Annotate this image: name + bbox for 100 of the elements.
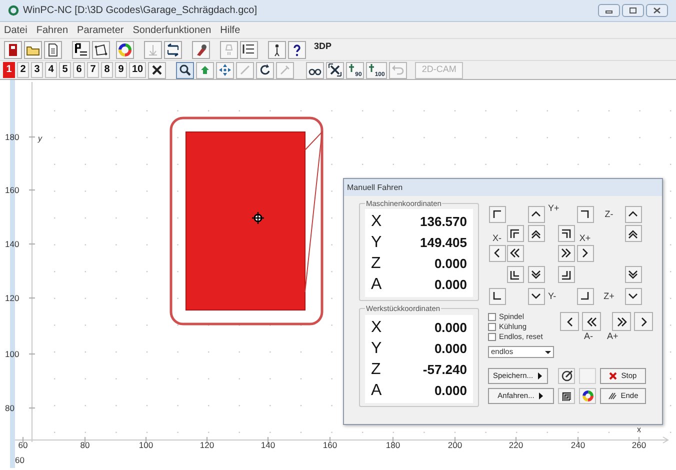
jog-button[interactable]: [558, 266, 574, 283]
coordinate-value: 149.405: [419, 234, 467, 252]
axis-letter: A: [371, 380, 383, 400]
play-arrow-icon: [537, 372, 544, 380]
jog-button[interactable]: [576, 288, 594, 304]
coordinate-value: 0.000: [433, 276, 467, 294]
axis-label: x: [637, 425, 641, 434]
number-tab[interactable]: 7: [87, 62, 99, 78]
axis-direction-label: Z+: [604, 292, 614, 300]
tool-button[interactable]: [558, 388, 575, 404]
minimize-icon: [605, 8, 613, 14]
axis-tick-label: 260: [632, 440, 646, 450]
jog-button[interactable]: [624, 288, 642, 304]
tool-button[interactable]: [579, 388, 596, 404]
jog-button[interactable]: [488, 206, 506, 222]
undo-icon: [390, 63, 405, 77]
maximize-icon: [629, 7, 637, 14]
jog-button[interactable]: [560, 312, 579, 331]
jog-button[interactable]: [528, 225, 544, 242]
jog-button[interactable]: [528, 288, 544, 304]
minimize-button[interactable]: [598, 4, 620, 17]
anchor-icon: [146, 42, 160, 56]
menu-item[interactable]: Parameter: [77, 22, 124, 38]
number-tab[interactable]: 8: [101, 62, 113, 78]
jog-button[interactable]: [576, 244, 594, 262]
jog-button[interactable]: [528, 206, 544, 222]
number-tab[interactable]: 4: [45, 62, 57, 78]
jog-button[interactable]: [506, 225, 524, 242]
coordinate-value: 0.000: [433, 255, 467, 274]
checkbox[interactable]: [488, 323, 496, 331]
toolbar-button[interactable]: [176, 62, 194, 78]
toolbar-button[interactable]: [192, 40, 210, 58]
toolbar-button[interactable]: [44, 40, 62, 58]
menu-item[interactable]: Hilfe: [220, 22, 240, 38]
toolbar-button[interactable]: [164, 40, 182, 58]
jog-button[interactable]: [558, 225, 574, 242]
toolbar-button[interactable]: [306, 62, 324, 78]
jog-button[interactable]: [624, 266, 642, 283]
tool-button[interactable]: [558, 368, 575, 384]
search-icon: [178, 63, 192, 77]
toolbar-button[interactable]: [256, 62, 274, 78]
corner-icon: [491, 290, 503, 302]
coordinate-value: 136.570: [419, 213, 467, 232]
jog-button[interactable]: [624, 225, 642, 242]
number-tab[interactable]: 2: [17, 62, 29, 78]
toolbar-button[interactable]: [240, 40, 258, 58]
axis-tick-label: 100: [5, 349, 20, 359]
corner-icon: [491, 208, 503, 220]
menu-item[interactable]: Fahren: [36, 22, 68, 38]
polygon-icon: [94, 42, 108, 56]
maximize-button[interactable]: [622, 4, 644, 17]
double-chevron-up-icon: [530, 228, 542, 240]
toolbar-button[interactable]: [92, 40, 110, 58]
axis-letter: X: [371, 318, 383, 338]
number-tab[interactable]: 6: [73, 62, 85, 78]
jog-button[interactable]: [558, 244, 574, 262]
tool-icon: [194, 42, 208, 56]
jog-button[interactable]: [488, 244, 506, 262]
toolbar-button[interactable]: [148, 62, 166, 78]
jog-button[interactable]: [506, 244, 524, 262]
toolbar-button[interactable]: [268, 40, 286, 58]
menu-item[interactable]: Sonderfunktionen: [132, 22, 212, 38]
jog-button[interactable]: [506, 266, 524, 283]
axis-letter: Z: [371, 360, 382, 380]
jog-button[interactable]: [528, 266, 544, 283]
number-tab[interactable]: 9: [115, 62, 127, 78]
jog-button[interactable]: [612, 312, 631, 331]
menu-item[interactable]: Datei: [4, 22, 28, 38]
number-tab[interactable]: 3: [31, 62, 43, 78]
list-icon: [242, 42, 256, 56]
toolbar-button[interactable]: [72, 40, 90, 58]
axis-tick-label: 160: [5, 185, 20, 195]
jog-button[interactable]: [634, 312, 653, 331]
toolbar-button[interactable]: [326, 62, 344, 78]
coordinate-value: 0.000: [433, 382, 467, 400]
crosshair-icon: [251, 211, 265, 225]
jog-button[interactable]: [624, 206, 642, 222]
number-tab[interactable]: 10: [129, 62, 146, 78]
toolbar-button[interactable]: [4, 40, 22, 58]
close-button[interactable]: [646, 4, 668, 17]
axis-tick-label: 80: [80, 440, 90, 450]
jog-button[interactable]: [576, 206, 594, 222]
number-tab[interactable]: 5: [59, 62, 71, 78]
corner-icon: [579, 208, 591, 220]
toolbar-button[interactable]: [116, 40, 134, 58]
color-wheel-icon: [118, 42, 132, 56]
hatch-icon: [608, 392, 617, 400]
jog-button[interactable]: [582, 312, 601, 331]
jog-button[interactable]: [488, 288, 506, 304]
axis-tick-label: 120: [5, 293, 20, 303]
toolbar-button[interactable]: [288, 40, 306, 58]
double-chevron-down-icon: [530, 268, 542, 280]
rotate-icon: [258, 63, 272, 77]
axis-direction-label: A+: [607, 332, 618, 341]
axis-direction-label: Y-: [548, 292, 556, 300]
number-tab[interactable]: 1: [3, 62, 15, 78]
axis-tick-label: 240: [570, 440, 586, 450]
axis-letter: A: [371, 275, 383, 296]
checkbox[interactable]: [488, 313, 496, 321]
checkbox[interactable]: [488, 333, 496, 341]
